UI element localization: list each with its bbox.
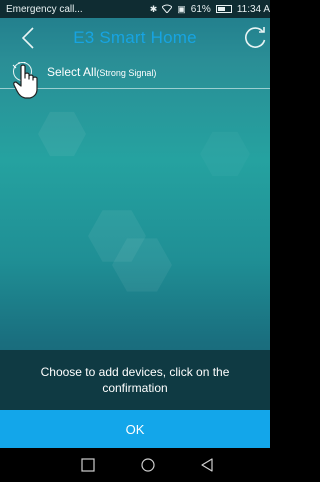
carrier-text: Emergency call... — [6, 3, 83, 15]
select-all-label: Select All(Strong Signal) — [47, 65, 156, 79]
signal-note: (Strong Signal) — [96, 68, 157, 78]
tap-hand-icon — [12, 62, 38, 99]
back-nav-icon[interactable] — [199, 457, 215, 473]
status-icons: ✱ ▣ 61% 11:34 A — [150, 4, 270, 15]
status-bar: Emergency call... ✱ ▣ 61% 11:34 A — [0, 0, 270, 18]
system-nav-bar — [0, 448, 270, 482]
sim-icon: ▣ — [177, 3, 186, 14]
ok-button[interactable]: OK — [0, 410, 270, 448]
battery-icon — [215, 5, 232, 13]
chevron-left-icon — [22, 27, 34, 49]
battery-percent: 61% — [190, 3, 211, 15]
refresh-button[interactable] — [242, 25, 268, 51]
background-hexagon — [200, 132, 250, 176]
hint-message: Choose to add devices, click on the conf… — [0, 350, 270, 410]
hint-text: Choose to add devices, click on the conf… — [40, 365, 230, 395]
home-icon[interactable] — [140, 457, 156, 473]
recent-apps-icon[interactable] — [80, 457, 96, 473]
bluetooth-icon: ✱ — [149, 3, 158, 14]
app-header: E3 Smart Home — [0, 18, 270, 58]
clock-time: 11:34 A — [236, 3, 270, 15]
select-all-text: Select All — [47, 65, 97, 79]
back-button[interactable] — [18, 24, 38, 52]
page-title: E3 Smart Home — [73, 28, 197, 47]
app-screen: Emergency call... ✱ ▣ 61% 11:34 A E3 Sma… — [0, 0, 270, 482]
refresh-icon — [245, 27, 266, 48]
background-hexagon — [38, 111, 86, 157]
wifi-icon — [161, 4, 173, 15]
